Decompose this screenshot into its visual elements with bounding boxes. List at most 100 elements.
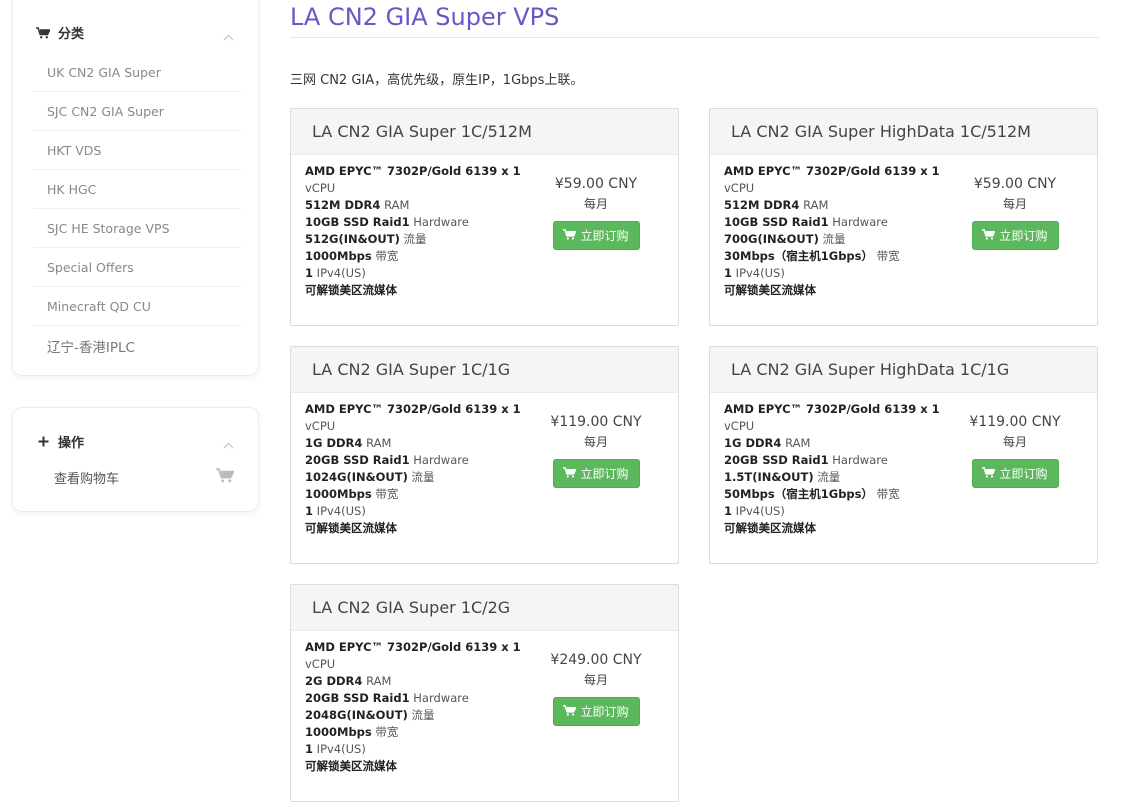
- product-card: LA CN2 GIA Super 1C/1G AMD EPYC™ 7302P/G…: [290, 346, 679, 564]
- spec-bandwidth-unit: 带宽: [876, 249, 900, 263]
- spec-ip-unit: IPv4(US): [316, 742, 366, 756]
- billing-cycle: 每月: [1002, 197, 1027, 211]
- category-item[interactable]: Minecraft QD CU: [33, 287, 241, 326]
- product-card: LA CN2 GIA Super 1C/2G AMD EPYC™ 7302P/G…: [290, 584, 679, 802]
- view-cart-label: 查看购物车: [54, 472, 120, 487]
- categories-header[interactable]: 分类: [36, 23, 84, 42]
- category-item[interactable]: Special Offers: [33, 248, 241, 287]
- view-cart-link[interactable]: 查看购物车: [54, 468, 235, 487]
- product-specs: AMD EPYC™ 7302P/Gold 6139 x 1 vCPU 512M …: [724, 163, 940, 299]
- plus-icon: [36, 436, 50, 447]
- spec-ram-unit: RAM: [785, 436, 811, 450]
- product-name: LA CN2 GIA Super HighData 1C/512M: [710, 109, 1097, 155]
- spec-ram: 2G DDR4: [305, 674, 363, 688]
- product-card: LA CN2 GIA Super HighData 1C/1G AMD EPYC…: [709, 346, 1098, 564]
- product-price: ¥59.00 CNY: [554, 176, 638, 192]
- spec-ram-unit: RAM: [366, 674, 392, 688]
- spec-disk: 20GB SSD Raid1: [305, 691, 410, 705]
- cart-icon: [563, 704, 578, 719]
- spec-ip: 1: [305, 742, 314, 756]
- cart-icon: [982, 228, 997, 243]
- spec-ram: 512M DDR4: [305, 198, 381, 212]
- spec-disk-unit: Hardware: [413, 453, 469, 467]
- spec-streaming: 可解锁美区流媒体: [724, 283, 816, 297]
- spec-ip-unit: IPv4(US): [735, 266, 785, 280]
- spec-disk-unit: Hardware: [832, 215, 888, 229]
- price-box: ¥59.00 CNY 每月 立即订购: [546, 176, 646, 250]
- product-specs: AMD EPYC™ 7302P/Gold 6139 x 1 vCPU 512M …: [305, 163, 521, 299]
- spec-ram: 512M DDR4: [724, 198, 800, 212]
- order-button[interactable]: 立即订购: [552, 697, 640, 726]
- spec-bandwidth: 1000Mbps: [305, 725, 372, 739]
- chevron-up-icon[interactable]: [223, 26, 234, 45]
- spec-ip-unit: IPv4(US): [316, 266, 366, 280]
- chevron-up-icon[interactable]: [223, 434, 234, 453]
- product-price: ¥119.00 CNY: [550, 414, 642, 430]
- spec-bandwidth-unit: 带宽: [375, 487, 399, 501]
- spec-traffic-unit: 流量: [817, 470, 841, 484]
- spec-ip: 1: [305, 504, 314, 518]
- spec-cpu-unit: vCPU: [305, 419, 336, 433]
- category-item[interactable]: SJC HE Storage VPS: [33, 209, 241, 248]
- spec-bandwidth-unit: 带宽: [375, 249, 399, 263]
- spec-ram: 1G DDR4: [724, 436, 782, 450]
- spec-streaming: 可解锁美区流媒体: [305, 759, 397, 773]
- page-title: LA CN2 GIA Super VPS: [290, 3, 560, 31]
- spec-ip: 1: [724, 504, 733, 518]
- spec-cpu: AMD EPYC™ 7302P/Gold 6139 x 1: [724, 164, 940, 178]
- order-button-label: 立即订购: [580, 229, 629, 243]
- spec-bandwidth: 1000Mbps: [305, 249, 372, 263]
- cart-icon: [216, 468, 235, 487]
- categories-title: 分类: [58, 27, 85, 42]
- price-box: ¥119.00 CNY 每月 立即订购: [546, 414, 646, 488]
- spec-cpu-unit: vCPU: [724, 181, 755, 195]
- spec-disk-unit: Hardware: [832, 453, 888, 467]
- spec-disk: 20GB SSD Raid1: [724, 453, 829, 467]
- spec-ram-unit: RAM: [803, 198, 829, 212]
- category-item[interactable]: 辽宁-香港IPLC: [33, 326, 241, 365]
- spec-ram: 1G DDR4: [305, 436, 363, 450]
- cart-icon: [982, 466, 997, 481]
- price-box: ¥59.00 CNY 每月 立即订购: [965, 176, 1065, 250]
- spec-ip: 1: [305, 266, 314, 280]
- category-item[interactable]: UK CN2 GIA Super: [33, 53, 241, 92]
- product-name: LA CN2 GIA Super 1C/1G: [291, 347, 678, 393]
- product-card: LA CN2 GIA Super HighData 1C/512M AMD EP…: [709, 108, 1098, 326]
- spec-traffic-unit: 流量: [403, 232, 427, 246]
- billing-cycle: 每月: [1002, 435, 1027, 449]
- order-button-label: 立即订购: [999, 467, 1048, 481]
- category-list: UK CN2 GIA Super SJC CN2 GIA Super HKT V…: [33, 53, 241, 365]
- spec-cpu: AMD EPYC™ 7302P/Gold 6139 x 1: [305, 164, 521, 178]
- order-button-label: 立即订购: [580, 467, 629, 481]
- spec-bandwidth: 50Mbps（宿主机1Gbps）: [724, 487, 874, 501]
- spec-ram-unit: RAM: [366, 436, 392, 450]
- product-specs: AMD EPYC™ 7302P/Gold 6139 x 1 vCPU 2G DD…: [305, 639, 521, 775]
- price-box: ¥119.00 CNY 每月 立即订购: [965, 414, 1065, 488]
- spec-disk-unit: Hardware: [413, 215, 469, 229]
- category-item[interactable]: HKT VDS: [33, 131, 241, 170]
- order-button-label: 立即订购: [999, 229, 1048, 243]
- product-price: ¥119.00 CNY: [969, 414, 1061, 430]
- product-card: LA CN2 GIA Super 1C/512M AMD EPYC™ 7302P…: [290, 108, 679, 326]
- billing-cycle: 每月: [583, 435, 608, 449]
- spec-cpu-unit: vCPU: [305, 657, 336, 671]
- actions-header[interactable]: 操作: [36, 432, 84, 451]
- spec-traffic: 1.5T(IN&OUT): [724, 470, 814, 484]
- spec-traffic: 700G(IN&OUT): [724, 232, 819, 246]
- cart-icon: [563, 466, 578, 481]
- spec-bandwidth: 1000Mbps: [305, 487, 372, 501]
- spec-disk: 10GB SSD Raid1: [724, 215, 829, 229]
- spec-ip: 1: [724, 266, 733, 280]
- spec-traffic-unit: 流量: [411, 708, 435, 722]
- categories-panel: 分类 UK CN2 GIA Super SJC CN2 GIA Super HK…: [12, 0, 259, 376]
- category-item[interactable]: HK HGC: [33, 170, 241, 209]
- actions-title: 操作: [58, 436, 85, 451]
- category-item[interactable]: SJC CN2 GIA Super: [33, 92, 241, 131]
- order-button[interactable]: 立即订购: [552, 459, 640, 488]
- product-specs: AMD EPYC™ 7302P/Gold 6139 x 1 vCPU 1G DD…: [305, 401, 521, 537]
- page: 分类 UK CN2 GIA Super SJC CN2 GIA Super HK…: [0, 0, 1122, 807]
- order-button[interactable]: 立即订购: [552, 221, 640, 250]
- order-button[interactable]: 立即订购: [971, 221, 1059, 250]
- title-divider: [290, 37, 1099, 38]
- order-button[interactable]: 立即订购: [971, 459, 1059, 488]
